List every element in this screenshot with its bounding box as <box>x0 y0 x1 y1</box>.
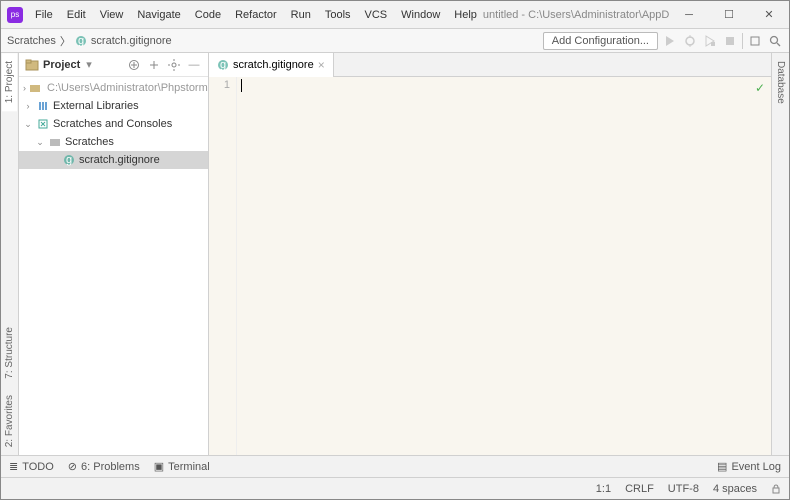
bottom-toolbar: ≣ TODO ⊘ 6: Problems ▣ Terminal ▤ Event … <box>1 455 789 477</box>
project-sidebar: Project ▾ — › untitled C:\Users\Administ… <box>19 53 209 455</box>
collapse-icon[interactable] <box>126 57 142 73</box>
code-area[interactable]: ✓ <box>237 77 771 455</box>
tree-scratches-consoles[interactable]: ⌄ Scratches and Consoles <box>19 115 208 133</box>
navbar: Scratches 〉 g scratch.gitignore Add Conf… <box>1 29 789 53</box>
svg-text:g: g <box>78 35 84 47</box>
chevron-down-icon[interactable]: ⌄ <box>23 119 33 130</box>
svg-text:g: g <box>220 59 226 71</box>
right-gutter: Database <box>771 53 789 455</box>
menu-vcs[interactable]: VCS <box>359 6 394 24</box>
chevron-down-icon[interactable]: ▾ <box>86 58 92 71</box>
menu-help[interactable]: Help <box>448 6 483 24</box>
main: 1: Project 7: Structure 2: Favorites Pro… <box>1 53 789 455</box>
folder-icon <box>48 135 62 149</box>
menu-tools[interactable]: Tools <box>319 6 357 24</box>
text-cursor <box>241 79 242 92</box>
editor-body[interactable]: 1 ✓ <box>209 77 771 455</box>
todo-icon: ≣ <box>9 460 18 473</box>
breadcrumb: Scratches 〉 g scratch.gitignore <box>7 33 537 49</box>
tree-scratches-folder[interactable]: ⌄ Scratches <box>19 133 208 151</box>
sidebar-title[interactable]: Project <box>43 59 80 71</box>
menu-view[interactable]: View <box>94 6 130 24</box>
editor: g scratch.gitignore × 1 ✓ <box>209 53 771 455</box>
editor-tabbar: g scratch.gitignore × <box>209 53 771 77</box>
problems-icon: ⊘ <box>68 460 77 473</box>
breadcrumb-root[interactable]: Scratches <box>7 35 56 47</box>
scratch-icon <box>36 117 50 131</box>
event-log-icon: ▤ <box>717 460 727 473</box>
tree-project-root[interactable]: › untitled C:\Users\Administrator\Phpsto… <box>19 79 208 97</box>
chevron-down-icon[interactable]: ⌄ <box>35 137 45 148</box>
minimize-button[interactable]: ─ <box>669 1 709 29</box>
maximize-button[interactable]: ☐ <box>709 1 749 29</box>
menu-code[interactable]: Code <box>189 6 227 24</box>
chevron-right-icon[interactable]: › <box>23 83 26 93</box>
line-number: 1 <box>209 79 230 91</box>
close-tab-icon[interactable]: × <box>318 58 325 72</box>
update-project-icon[interactable] <box>747 33 763 49</box>
menu-refactor[interactable]: Refactor <box>229 6 283 24</box>
tool-database-tab[interactable]: Database <box>773 53 788 112</box>
sidebar-header: Project ▾ — <box>19 53 208 77</box>
tree-external-libraries[interactable]: › External Libraries <box>19 97 208 115</box>
tree-scratch-file[interactable]: g scratch.gitignore <box>19 151 208 169</box>
folder-icon <box>29 81 41 95</box>
caret-position[interactable]: 1:1 <box>596 483 611 495</box>
hide-icon[interactable]: — <box>186 57 202 73</box>
app-icon: ps <box>7 7 23 23</box>
menu-run[interactable]: Run <box>285 6 317 24</box>
debug-icon[interactable] <box>682 33 698 49</box>
add-configuration-button[interactable]: Add Configuration... <box>543 32 658 50</box>
chevron-right-icon[interactable]: › <box>23 101 33 111</box>
indent-setting[interactable]: 4 spaces <box>713 483 757 495</box>
inspection-ok-icon[interactable]: ✓ <box>755 81 765 95</box>
project-tree: › untitled C:\Users\Administrator\Phpsto… <box>19 77 208 455</box>
file-encoding[interactable]: UTF-8 <box>668 483 699 495</box>
gear-icon[interactable] <box>166 57 182 73</box>
library-icon <box>36 99 50 113</box>
tool-structure-tab[interactable]: 7: Structure <box>2 319 17 387</box>
lock-icon[interactable] <box>771 484 781 494</box>
run-icon[interactable] <box>662 33 678 49</box>
tab-label: scratch.gitignore <box>233 59 314 71</box>
gitignore-file-icon: g <box>75 35 87 47</box>
left-gutter: 1: Project 7: Structure 2: Favorites <box>1 53 19 455</box>
terminal-tool[interactable]: ▣ Terminal <box>154 460 210 473</box>
menubar: File Edit View Navigate Code Refactor Ru… <box>29 6 483 24</box>
breadcrumb-separator: 〉 <box>60 33 71 49</box>
search-icon[interactable] <box>767 33 783 49</box>
breadcrumb-file[interactable]: scratch.gitignore <box>91 35 172 47</box>
terminal-icon: ▣ <box>154 460 164 473</box>
menu-navigate[interactable]: Navigate <box>131 6 186 24</box>
close-button[interactable]: ✕ <box>749 1 789 29</box>
svg-text:g: g <box>66 154 72 166</box>
gitignore-file-icon: g <box>62 153 76 167</box>
titlebar: ps File Edit View Navigate Code Refactor… <box>1 1 789 29</box>
editor-tab[interactable]: g scratch.gitignore × <box>209 53 334 77</box>
line-separator[interactable]: CRLF <box>625 483 654 495</box>
line-number-gutter: 1 <box>209 77 237 455</box>
expand-icon[interactable] <box>146 57 162 73</box>
menu-file[interactable]: File <box>29 6 59 24</box>
coverage-icon[interactable] <box>702 33 718 49</box>
problems-tool[interactable]: ⊘ 6: Problems <box>68 460 140 473</box>
menu-window[interactable]: Window <box>395 6 446 24</box>
project-icon <box>25 58 39 72</box>
tool-project-tab[interactable]: 1: Project <box>2 53 17 111</box>
gitignore-file-icon: g <box>217 59 229 71</box>
event-log-tool[interactable]: ▤ Event Log <box>717 460 781 473</box>
statusbar: 1:1 CRLF UTF-8 4 spaces <box>1 477 789 499</box>
stop-icon[interactable] <box>722 33 738 49</box>
window-title: untitled - C:\Users\Administrator\AppDat… <box>483 9 669 21</box>
menu-edit[interactable]: Edit <box>61 6 92 24</box>
tool-favorites-tab[interactable]: 2: Favorites <box>2 387 17 455</box>
todo-tool[interactable]: ≣ TODO <box>9 460 54 473</box>
